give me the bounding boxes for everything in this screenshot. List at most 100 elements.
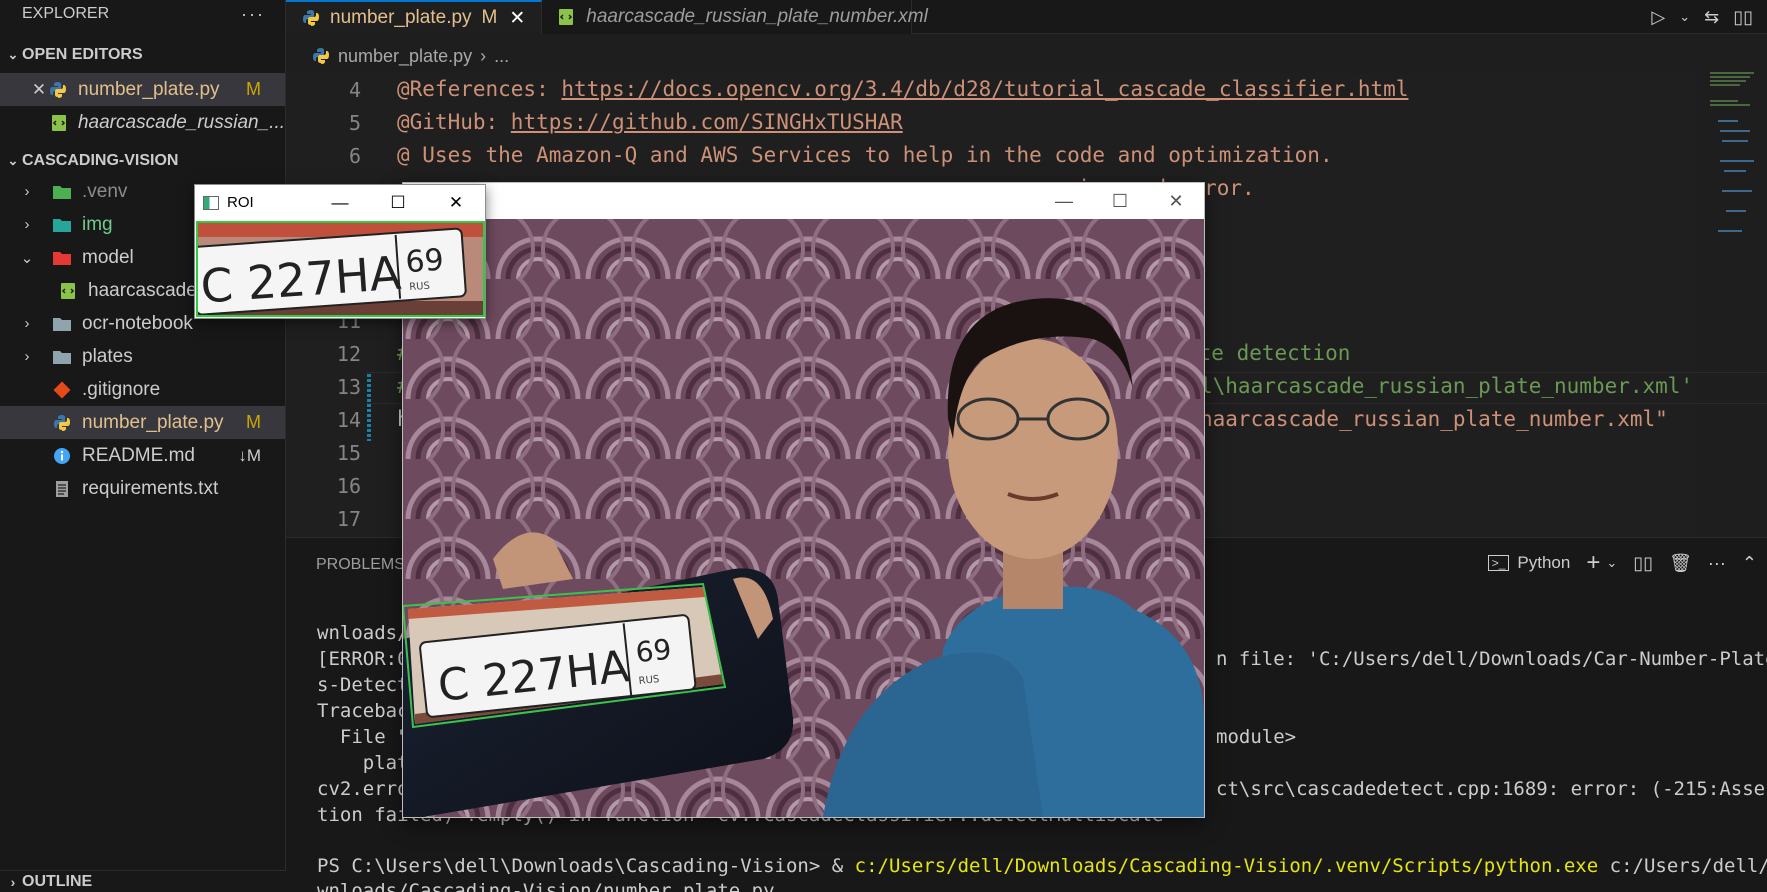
python-file-icon	[48, 80, 68, 100]
minimap[interactable]	[1708, 70, 1758, 270]
terminal-line: Tracebac	[317, 700, 409, 722]
open-editor-item[interactable]: haarcascade_russian_...	[0, 106, 285, 139]
webcam-frame: C 227HA 69 RUS	[403, 219, 1204, 817]
outline-section[interactable]: › OUTLINE	[0, 870, 286, 892]
tab-label: number_plate.py	[330, 7, 472, 28]
terminal-line: module>	[1216, 726, 1297, 748]
add-terminal-icon[interactable]: +	[1586, 549, 1600, 577]
tree-item-requirements[interactable]: requirements.txt	[0, 472, 285, 505]
git-icon	[52, 380, 72, 400]
open-editors-label: OPEN EDITORS	[22, 46, 143, 63]
window-titlebar[interactable]: — ☐ ✕	[403, 183, 1204, 219]
compare-icon[interactable]: ⇆	[1704, 7, 1719, 28]
split-terminal-icon[interactable]: ▯▯	[1633, 553, 1653, 574]
opencv-video-window[interactable]: — ☐ ✕ C 227HA 69 RUS	[402, 182, 1205, 818]
modified-badge: M	[246, 412, 261, 432]
tab-label: haarcascade_russian_plate_number.xml	[586, 6, 928, 27]
folder-icon	[52, 182, 72, 202]
open-editor-label: haarcascade_russian_...	[77, 111, 285, 133]
code-text: @References:	[397, 77, 562, 101]
tab-haarcascade-xml[interactable]: haarcascade_russian_plate_number.xml	[542, 0, 928, 34]
maximize-icon[interactable]: ☐	[369, 185, 427, 220]
code-text: @GitHub:	[397, 110, 511, 134]
tree-item-label: README.md	[82, 444, 195, 466]
code-line: haarcascade_russian_plate_number.xml"	[1200, 407, 1668, 431]
panel-actions: >_ Python + ⌄ ▯▯ 🗑 ··· ⌃	[1487, 548, 1767, 578]
line-number: 5	[348, 111, 361, 135]
run-icon[interactable]: ▷	[1651, 7, 1665, 28]
tree-item-label: ocr-notebook	[82, 312, 193, 334]
modified-badge: M	[246, 79, 261, 99]
git-modified-gutter	[367, 374, 371, 441]
window-titlebar[interactable]: ROI — ☐ ✕	[195, 185, 485, 220]
roi-window[interactable]: ROI — ☐ ✕ C 227HA 69 RUS	[194, 184, 486, 319]
tree-item-label: plates	[82, 345, 133, 367]
open-editor-label: number_plate.py	[78, 78, 220, 100]
line-number: 4	[348, 78, 361, 102]
python-file-icon	[52, 413, 72, 433]
tree-item-label: number_plate.py	[82, 411, 224, 433]
terminal-line: cv2.erro	[317, 778, 409, 800]
more-actions-icon[interactable]: ···	[241, 4, 265, 25]
minimize-icon[interactable]: —	[311, 185, 369, 220]
tab-problems[interactable]: PROBLEMS	[316, 556, 405, 574]
editor-tabs: number_plate.py M ✕ haarcascade_russian_…	[286, 0, 1767, 34]
plate-country: RUS	[409, 281, 430, 293]
tree-item-label: requirements.txt	[82, 477, 219, 499]
close-icon[interactable]: ✕	[427, 185, 485, 220]
chevron-right-icon: ›	[24, 183, 30, 200]
webcam-image: C 227HA 69 RUS	[403, 219, 1204, 817]
line-number: 12	[336, 342, 361, 366]
tree-item-readme[interactable]: README.md ↓M	[0, 439, 285, 472]
minimize-icon[interactable]: —	[1036, 183, 1092, 219]
plate-country: RUS	[638, 674, 660, 687]
terminal-line: plat	[317, 752, 409, 774]
tree-item-gitignore[interactable]: .gitignore	[0, 373, 285, 406]
chevron-down-icon[interactable]: ⌄	[1606, 555, 1617, 571]
code-link[interactable]: https://docs.opencv.org/3.4/db/d28/tutor…	[561, 77, 1408, 101]
close-icon[interactable]: ✕	[1148, 183, 1204, 219]
chevron-right-icon: ›	[24, 315, 30, 332]
window-title: ROI	[227, 194, 254, 211]
python-file-icon	[302, 9, 320, 27]
terminal-line: wnloads/	[317, 622, 409, 644]
open-editors-section[interactable]: ⌄ OPEN EDITORS	[0, 41, 285, 69]
breadcrumb: number_plate.py › ...	[286, 40, 509, 72]
chevron-down-icon: ⌄	[7, 47, 19, 62]
close-icon[interactable]: ✕	[30, 80, 48, 100]
project-section[interactable]: ⌄ CASCADING-VISION	[0, 147, 285, 175]
app-icon	[203, 195, 219, 210]
terminal-line: wnloads/Cascading-Vision/number_plate.py	[317, 880, 775, 892]
split-editor-icon[interactable]: ▯▯	[1733, 7, 1753, 28]
chevron-down-icon[interactable]: ⌄	[1679, 9, 1690, 25]
xml-file-icon	[558, 8, 574, 26]
tree-item-number-plate[interactable]: number_plate.py M	[0, 406, 285, 439]
breadcrumb-file[interactable]: number_plate.py	[338, 46, 472, 67]
outline-label: OUTLINE	[22, 872, 93, 890]
more-actions-icon[interactable]: ···	[1708, 553, 1726, 574]
explorer-sidebar: EXPLORER ··· ⌄ OPEN EDITORS ✕ number_pla…	[0, 0, 286, 892]
maximize-icon[interactable]: ☐	[1092, 183, 1148, 219]
tree-item-label: haarcascade	[88, 279, 197, 301]
code-line: @GitHub: https://github.com/SINGHxTUSHAR	[397, 110, 903, 134]
chevron-right-icon: ›	[480, 45, 487, 66]
code-link[interactable]: https://github.com/SINGHxTUSHAR	[511, 110, 903, 134]
trash-icon[interactable]: 🗑	[1669, 553, 1692, 574]
roi-image: C 227HA 69 RUS	[196, 221, 485, 317]
folder-icon	[52, 347, 72, 367]
breadcrumb-symbol[interactable]: ...	[494, 46, 509, 67]
terminal-prompt-line: PS C:\Users\dell\Downloads\Cascading-Vis…	[317, 855, 1767, 877]
plate-crop-image: C 227HA 69 RUS	[198, 223, 483, 315]
open-editor-item[interactable]: ✕ number_plate.py M	[0, 73, 285, 106]
project-label: CASCADING-VISION	[22, 152, 179, 169]
tree-item-plates[interactable]: › plates	[0, 340, 285, 373]
code-line: ate detection	[1186, 341, 1351, 365]
maximize-panel-icon[interactable]: ⌃	[1742, 553, 1757, 574]
terminal-line: n file: 'C:/Users/dell/Downloads/Car-Num…	[1216, 648, 1767, 670]
text-file-icon	[52, 479, 72, 499]
terminal-shell-label[interactable]: Python	[1517, 553, 1570, 573]
terminal-prompt: PS C:\Users\dell\Downloads\Cascading-Vis…	[317, 855, 855, 877]
tab-number-plate[interactable]: number_plate.py M ✕	[286, 0, 543, 34]
plate-region: 69	[404, 243, 445, 281]
close-icon[interactable]: ✕	[509, 7, 525, 30]
